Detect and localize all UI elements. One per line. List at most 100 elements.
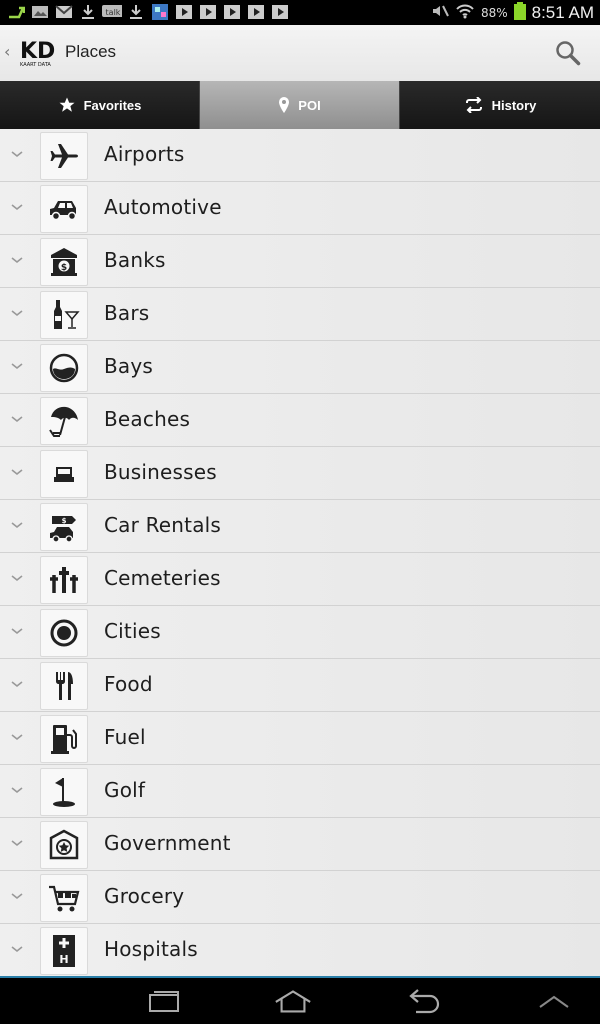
download-icon [126,3,146,21]
chevron-down-icon[interactable] [10,306,24,320]
airplane-icon [40,132,88,180]
umbrella-icon [40,397,88,445]
system-nav-bar [0,978,600,1024]
svg-text:H: H [59,953,68,966]
chevron-down-icon[interactable] [10,571,24,585]
recent-apps-icon[interactable] [144,986,184,1016]
list-item-label: Airports [104,142,185,166]
list-item[interactable]: Government [0,818,600,871]
list-item-label: Automotive [104,195,222,219]
chevron-down-icon[interactable] [10,465,24,479]
bank-icon: $ [40,238,88,286]
tab-favorites[interactable]: Favorites [0,81,200,129]
talk-icon: talk [102,3,122,21]
list-item-label: Businesses [104,460,217,484]
clock: 8:51 AM [531,2,594,22]
battery-icon [513,1,526,24]
bar-icon [40,291,88,339]
gallery-icon [150,3,170,21]
repeat-icon [465,97,482,113]
category-list: Airports Automotive $ Banks Bars Bays Be… [0,129,600,976]
tab-label: Favorites [83,97,142,113]
list-item[interactable]: $ Car Rentals [0,500,600,553]
list-item-label: Bays [104,354,154,378]
fuel-pump-icon [40,715,88,763]
play-icon [174,3,194,21]
page-title: Places [65,42,117,61]
list-item-label: Banks [104,248,166,272]
list-item[interactable]: H Hospitals [0,924,600,976]
chevron-down-icon[interactable] [10,889,24,903]
chevron-down-icon[interactable] [10,359,24,373]
svg-text:talk: talk [106,8,121,17]
pin-icon [279,97,290,113]
list-item[interactable]: Cemeteries [0,553,600,606]
download-icon [78,3,98,21]
office-icon [40,450,88,498]
play-icon [270,3,290,21]
list-item[interactable]: Bays [0,341,600,394]
tab-poi[interactable]: POI [200,81,400,129]
government-badge-icon [40,821,88,869]
svg-text:KAART DATA: KAART DATA [20,62,51,68]
list-item-label: Government [104,831,231,855]
chevron-down-icon[interactable] [10,836,24,850]
car-icon [40,185,88,233]
list-item[interactable]: $ Banks [0,235,600,288]
list-item-label: Grocery [104,884,185,908]
search-icon[interactable] [554,39,582,67]
chevron-up-icon[interactable] [534,986,574,1016]
list-item[interactable]: Food [0,659,600,712]
list-item-label: Bars [104,301,150,325]
list-item-label: Cities [104,619,161,643]
play-icon [198,3,218,21]
list-item[interactable]: Bars [0,288,600,341]
list-item[interactable]: Golf [0,765,600,818]
chevron-down-icon[interactable] [10,783,24,797]
list-item[interactable]: Cities [0,606,600,659]
bay-icon [40,344,88,392]
star-icon [59,97,75,112]
chevron-down-icon[interactable] [10,147,24,161]
play-icon [222,3,242,21]
back-chevron-icon[interactable]: ‹ [4,42,10,61]
list-item-label: Cemeteries [104,566,221,590]
list-item[interactable]: Fuel [0,712,600,765]
hospital-icon: H [40,927,88,975]
usb-icon [6,3,26,21]
list-item[interactable]: Beaches [0,394,600,447]
list-item-label: Beaches [104,407,191,431]
chevron-down-icon[interactable] [10,942,24,956]
chevron-down-icon[interactable] [10,518,24,532]
gmail-icon [54,3,74,21]
golf-flag-icon [40,768,88,816]
chevron-down-icon[interactable] [10,412,24,426]
list-item-label: Golf [104,778,146,802]
home-icon[interactable] [273,986,313,1016]
list-item-label: Fuel [104,725,146,749]
chevron-down-icon[interactable] [10,624,24,638]
app-logo[interactable]: KD KAART DATA [20,37,58,69]
svg-text:KD: KD [20,39,55,64]
tab-history[interactable]: History [400,81,600,129]
play-icon [246,3,266,21]
city-icon [40,609,88,657]
list-item[interactable]: Automotive [0,182,600,235]
cemetery-icon [40,556,88,604]
list-item[interactable]: Businesses [0,447,600,500]
chevron-down-icon[interactable] [10,677,24,691]
list-item[interactable]: Airports [0,129,600,182]
chevron-down-icon[interactable] [10,730,24,744]
status-right: 88% 8:51 AM [431,0,594,25]
battery-percent: 88% [480,5,508,20]
chevron-down-icon[interactable] [10,200,24,214]
list-item[interactable]: Grocery [0,871,600,924]
list-item-label: Food [104,672,153,696]
tab-label: History [491,97,537,113]
shopping-cart-icon [40,874,88,922]
mute-icon [431,3,449,23]
svg-text:$: $ [61,263,67,273]
back-icon[interactable] [404,986,444,1016]
chevron-down-icon[interactable] [10,253,24,267]
notification-icons: talk [6,3,290,21]
